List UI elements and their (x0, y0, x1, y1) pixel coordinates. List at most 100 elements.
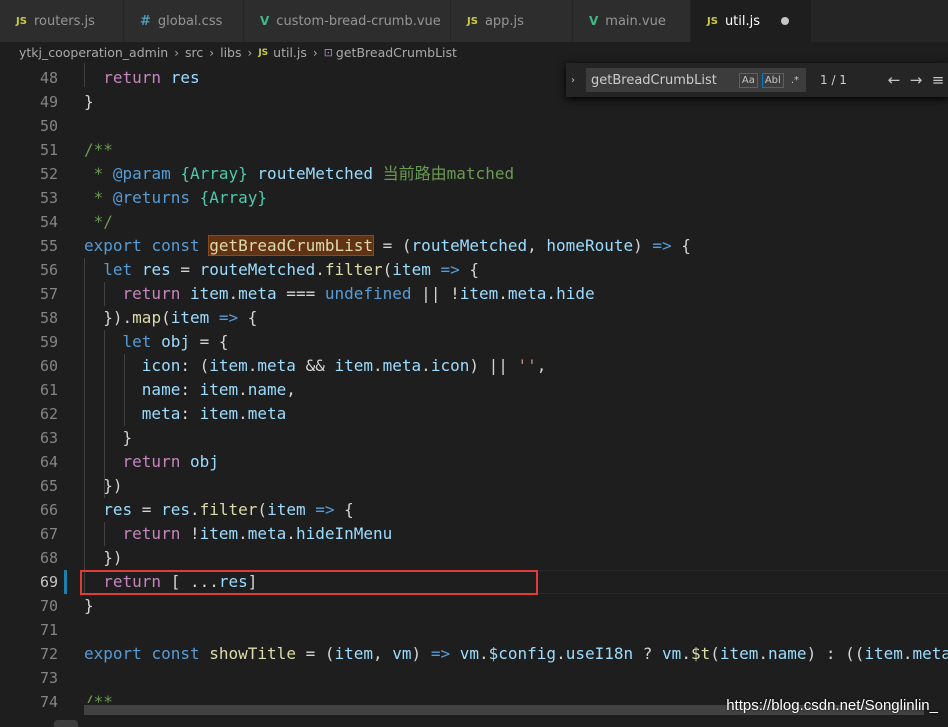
line-number: 54 (39, 213, 58, 231)
code-line-65: }) (84, 476, 123, 495)
code-line-52: * @param {Array} routeMetched 当前路由matche… (84, 164, 515, 183)
tab-global-css[interactable]: # global.css (124, 0, 244, 42)
chevron-right-icon: › (312, 45, 318, 60)
line-number: 63 (39, 429, 58, 447)
breadcrumb-file[interactable]: util.js (273, 45, 307, 60)
code-line-70: } (84, 596, 94, 615)
tab-label: app.js (484, 13, 524, 29)
find-result-count: 1 / 1 (820, 73, 847, 87)
bottom-strip (0, 716, 948, 727)
line-number: 64 (39, 453, 58, 471)
line-number: 71 (39, 621, 58, 639)
code-editor[interactable]: return res } /** * @param {Array} routeM… (84, 63, 948, 703)
js-file-icon: JS (467, 15, 478, 27)
regex-toggle[interactable]: .* (788, 73, 802, 88)
chevron-right-icon: › (174, 45, 180, 60)
line-number-gutter: 48 49 50 51 52 53 54 55 56 57 58 59 60 6… (0, 63, 78, 727)
tab-routers-js[interactable]: JS routers.js (0, 0, 124, 42)
vue-file-icon: V (589, 14, 599, 28)
watermark: https://blog.csdn.net/Songlinlin_ (726, 697, 938, 714)
annotation-red-box (80, 570, 538, 595)
line-number: 61 (39, 381, 58, 399)
line-number: 58 (39, 309, 58, 327)
comment-text: 当前路由matched (382, 164, 515, 183)
code-line-57: return item.meta === undefined || !item.… (122, 284, 595, 303)
symbol-method-icon: ⊡ (323, 46, 333, 59)
line-number: 72 (39, 645, 58, 663)
chevron-right-icon[interactable]: › (571, 75, 585, 86)
breadcrumb-root[interactable]: ytkj_cooperation_admin (19, 45, 168, 60)
tab-label: util.js (724, 13, 761, 29)
tab-bar: JS routers.js # global.css V custom-brea… (0, 0, 948, 42)
code-line-56: let res = routeMetched.filter(item => { (103, 260, 479, 279)
find-input-value: getBreadCrumbList (591, 72, 717, 88)
code-line-49: } (84, 92, 94, 111)
js-file-icon: JS (16, 15, 27, 27)
tab-label: custom-bread-crumb.vue (276, 13, 441, 29)
panel-handle (54, 720, 78, 727)
code-line-55: export const getBreadCrumbList = (routeM… (84, 235, 691, 256)
line-number: 62 (39, 405, 58, 423)
css-file-icon: # (140, 13, 151, 29)
code-line-64: return obj (122, 452, 219, 471)
line-number: 66 (39, 501, 58, 519)
line-number: 48 (39, 69, 58, 87)
code-line-66: res = res.filter(item => { (103, 500, 354, 519)
tab-label: routers.js (33, 13, 95, 29)
code-line-72: export const showTitle = (item, vm) => v… (84, 644, 948, 663)
code-line-63: } (84, 428, 133, 447)
breadcrumb-symbol[interactable]: getBreadCrumbList (336, 45, 457, 60)
whole-word-toggle[interactable]: Abl (761, 72, 784, 88)
line-number: 49 (39, 93, 58, 111)
tab-custom-bread-crumb-vue[interactable]: V custom-bread-crumb.vue (244, 0, 451, 42)
modified-line-indicator (64, 570, 67, 594)
tab-main-vue[interactable]: V main.vue (573, 0, 691, 42)
breadcrumb: ytkj_cooperation_admin › src › libs › JS… (0, 42, 948, 63)
code-line-74: /** (84, 692, 113, 703)
find-widget: › getBreadCrumbList Aa Abl .* 1 / 1 ← → … (566, 63, 948, 97)
line-number: 53 (39, 189, 58, 207)
tab-app-js[interactable]: JS app.js (451, 0, 573, 42)
tab-label: global.css (157, 13, 223, 29)
line-number: 67 (39, 525, 58, 543)
find-input[interactable]: getBreadCrumbList Aa Abl .* (586, 68, 806, 92)
js-file-icon: JS (258, 47, 269, 58)
line-number: 50 (39, 117, 58, 135)
line-number: 56 (39, 261, 58, 279)
breadcrumb-libs[interactable]: libs (220, 45, 241, 60)
tab-label: main.vue (605, 13, 666, 29)
chevron-right-icon: › (209, 45, 215, 60)
tab-util-js[interactable]: JS util.js (691, 0, 812, 42)
vue-file-icon: V (260, 14, 270, 28)
js-file-icon: JS (707, 15, 718, 27)
code-line-68: }) (84, 548, 123, 567)
code-line-53: * @returns {Array} (84, 188, 268, 207)
line-number-current: 69 (39, 573, 58, 591)
code-line-61: name: item.name, (141, 380, 296, 399)
line-number: 70 (39, 597, 58, 615)
line-number: 73 (39, 669, 58, 687)
find-in-selection-icon[interactable]: ≡ (930, 71, 946, 89)
match-case-toggle[interactable]: Aa (738, 72, 758, 88)
line-number: 74 (39, 693, 58, 711)
code-line-54: */ (84, 212, 113, 231)
code-line-48: return res (103, 68, 200, 87)
previous-match-arrow-icon[interactable]: ← (886, 71, 902, 89)
line-number: 60 (39, 357, 58, 375)
line-number: 51 (39, 141, 58, 159)
code-line-51: /** (84, 140, 113, 159)
unsaved-dot-icon[interactable] (781, 17, 789, 25)
code-line-67: return !item.meta.hideInMenu (122, 524, 393, 543)
code-line-60: icon: (item.meta && item.meta.icon) || '… (141, 356, 547, 375)
line-number: 68 (39, 549, 58, 567)
line-number: 65 (39, 477, 58, 495)
chevron-right-icon: › (247, 45, 253, 60)
code-line-62: meta: item.meta (141, 404, 287, 423)
line-number: 55 (39, 237, 58, 255)
line-number: 59 (39, 333, 58, 351)
breadcrumb-src[interactable]: src (185, 45, 203, 60)
next-match-arrow-icon[interactable]: → (908, 71, 924, 89)
code-line-58: }).map(item => { (84, 308, 258, 327)
line-number: 57 (39, 285, 58, 303)
search-match-highlight: getBreadCrumbList (208, 235, 375, 256)
